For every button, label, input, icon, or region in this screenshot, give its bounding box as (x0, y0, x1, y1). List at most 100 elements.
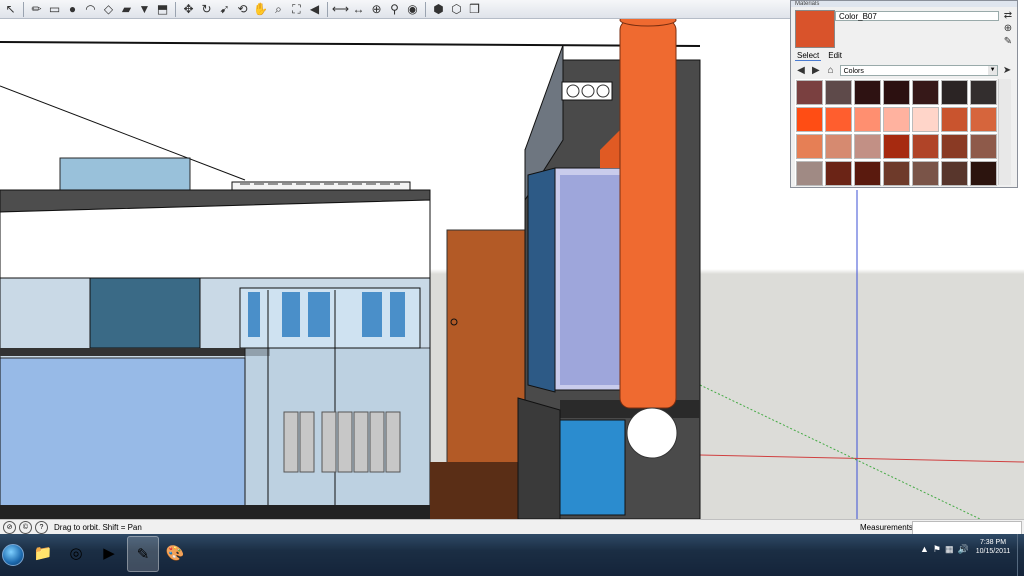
material-swatch[interactable] (970, 161, 997, 186)
collection-dropdown[interactable]: Colors ▼ (839, 65, 999, 76)
material-swatch[interactable] (912, 80, 939, 105)
status-bar: ⊘ © ? Drag to orbit. Shift = Pan Measure… (0, 519, 1024, 535)
zoom-icon[interactable]: ⌕ (270, 1, 287, 18)
material-swatch[interactable] (825, 161, 852, 186)
sample-paint-icon[interactable]: ✎ (1002, 36, 1014, 48)
paint-bucket-icon[interactable]: ▼ (136, 1, 153, 18)
credits-icon[interactable]: © (19, 521, 32, 534)
rectangle-icon[interactable]: ▭ (46, 1, 63, 18)
windows-taskbar: 📁 ◎ ▶ ✎ 🎨 ▲ ⚑ ▦ 🔊 7:38 PM 10/15/2011 (0, 534, 1024, 576)
material-swatch[interactable] (825, 80, 852, 105)
forward-arrow-icon[interactable]: ▶ (810, 65, 822, 77)
select-arrow-icon[interactable]: ↖ (2, 1, 19, 18)
show-hidden-icons-icon[interactable]: ▲ (920, 544, 929, 555)
media-player-icon[interactable]: ▶ (94, 536, 124, 570)
material-swatch[interactable] (825, 107, 852, 132)
home-icon[interactable]: ⌂ (825, 65, 837, 77)
taskbar-clock[interactable]: 7:38 PM 10/15/2011 (970, 538, 1016, 556)
chevron-down-icon[interactable]: ▼ (988, 66, 998, 75)
look-around-icon[interactable]: ◉ (404, 1, 421, 18)
toolbar-separator (425, 1, 426, 17)
details-arrow-icon[interactable]: ➤ (1001, 65, 1013, 77)
start-button[interactable] (0, 534, 26, 576)
file-explorer-icon[interactable]: 📁 (28, 536, 58, 570)
material-swatch[interactable] (883, 161, 910, 186)
show-desktop-button[interactable] (1017, 534, 1024, 576)
zoom-extents-icon[interactable]: ⛶ (288, 1, 305, 18)
chrome-icon[interactable]: ◎ (61, 536, 91, 570)
current-material-preview (795, 10, 835, 48)
material-swatch[interactable] (970, 134, 997, 159)
tab-edit[interactable]: Edit (826, 51, 844, 61)
action-center-icon[interactable]: ⚑ (933, 544, 941, 555)
material-swatch[interactable] (825, 134, 852, 159)
material-swatch[interactable] (796, 107, 823, 132)
follow-me-icon[interactable]: ➹ (216, 1, 233, 18)
volume-icon[interactable]: 🔊 (958, 544, 969, 555)
material-swatch[interactable] (941, 107, 968, 132)
windows-logo-icon (2, 544, 24, 566)
materials-panel: Materials Color_B07 ⇄ ⊕ ✎ Select Edit ◀ … (790, 0, 1018, 188)
material-swatch[interactable] (883, 80, 910, 105)
swatch-scrollbar[interactable] (998, 79, 1011, 185)
material-swatch[interactable] (941, 161, 968, 186)
material-swatch[interactable] (883, 107, 910, 132)
pencil-line-icon[interactable]: ✏ (28, 1, 45, 18)
material-swatch[interactable] (854, 161, 881, 186)
previous-view-icon[interactable]: ◀ (306, 1, 323, 18)
measurements-input[interactable] (912, 521, 1022, 535)
position-camera-icon[interactable]: ⊕ (368, 1, 385, 18)
move-icon[interactable]: ✥ (180, 1, 197, 18)
sketchup-icon[interactable]: ✎ (127, 536, 159, 572)
material-swatch[interactable] (854, 80, 881, 105)
arc-icon[interactable]: ◠ (82, 1, 99, 18)
material-swatch[interactable] (796, 80, 823, 105)
tape-measure-icon[interactable]: ⟷ (332, 1, 349, 18)
orbit-icon[interactable]: ⟲ (234, 1, 251, 18)
geo-location-icon[interactable]: ⊘ (3, 521, 16, 534)
pan-icon[interactable]: ✋ (252, 1, 269, 18)
materials-tabs: Select Edit (795, 51, 844, 61)
dimension-icon[interactable]: ↔ (350, 1, 367, 18)
toolbar-separator (23, 1, 24, 17)
material-swatch[interactable] (941, 80, 968, 105)
components-icon[interactable]: ❒ (466, 1, 483, 18)
paint-icon[interactable]: 🎨 (160, 536, 190, 570)
material-swatch[interactable] (854, 107, 881, 132)
materials-panel-title: Materials (791, 1, 1017, 7)
circle-icon[interactable]: ● (64, 1, 81, 18)
push-pull-icon[interactable]: ⬒ (154, 1, 171, 18)
toolbar-separator (175, 1, 176, 17)
make-component-icon[interactable]: ◇ (100, 1, 117, 18)
eraser-icon[interactable]: ▰ (118, 1, 135, 18)
walk-icon[interactable]: ⚲ (386, 1, 403, 18)
material-swatch[interactable] (912, 134, 939, 159)
create-material-icon[interactable]: ⊕ (1002, 23, 1014, 35)
back-arrow-icon[interactable]: ◀ (795, 65, 807, 77)
material-swatch[interactable] (941, 134, 968, 159)
network-icon[interactable]: ▦ (945, 544, 954, 555)
material-swatch[interactable] (912, 107, 939, 132)
material-name-field[interactable]: Color_B07 (835, 11, 999, 21)
materials-nav-bar: ◀ ▶ ⌂ Colors ▼ ➤ (795, 64, 1013, 77)
material-swatch[interactable] (970, 80, 997, 105)
get-models-icon[interactable]: ⬢ (430, 1, 447, 18)
system-tray: ▲ ⚑ ▦ 🔊 (920, 544, 969, 555)
material-swatch[interactable] (854, 134, 881, 159)
main-toolbar: ↖ ✏ ▭ ● ◠ ◇ ▰ ▼ ⬒ ✥ ↻ ➹ ⟲ ✋ ⌕ ⛶ ◀ ⟷ ↔ ⊕ ⚲ ◉ ⬢ ⬡ ❒ (0, 0, 790, 19)
rotate-icon[interactable]: ↻ (198, 1, 215, 18)
help-icon[interactable]: ? (35, 521, 48, 534)
measurements-label: Measurements (860, 523, 913, 532)
tab-select[interactable]: Select (795, 51, 822, 61)
clock-date: 10/15/2011 (975, 548, 1011, 555)
toolbar-separator (327, 1, 328, 17)
material-swatch[interactable] (912, 161, 939, 186)
material-swatch[interactable] (883, 134, 910, 159)
material-swatch-grid (795, 79, 997, 186)
status-hint: Drag to orbit. Shift = Pan (54, 523, 142, 532)
material-swatch[interactable] (796, 161, 823, 186)
share-model-icon[interactable]: ⬡ (448, 1, 465, 18)
material-swatch[interactable] (970, 107, 997, 132)
display-secondary-pane-icon[interactable]: ⇄ (1002, 10, 1014, 22)
material-swatch[interactable] (796, 134, 823, 159)
